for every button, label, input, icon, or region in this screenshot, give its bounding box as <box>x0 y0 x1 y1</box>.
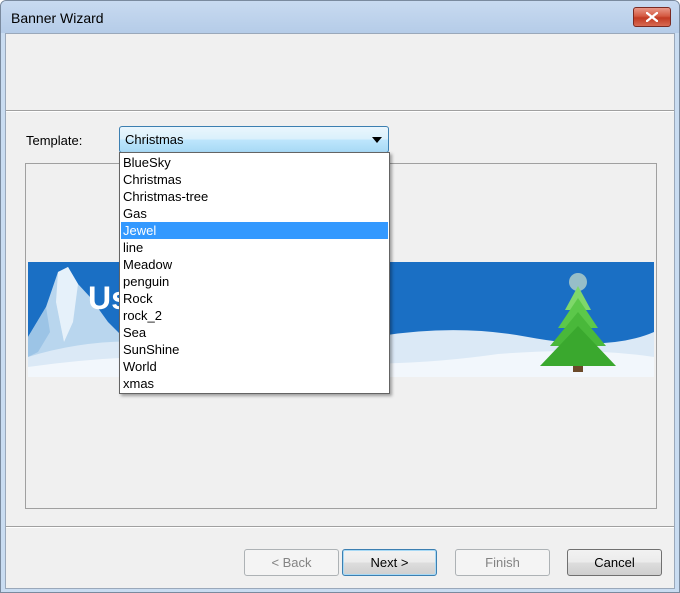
template-dropdown-list[interactable]: BlueSky Christmas Christmas-tree Gas Jew… <box>119 152 390 394</box>
chevron-down-icon[interactable] <box>372 137 382 144</box>
next-button[interactable]: Next > <box>342 549 437 576</box>
close-icon <box>646 12 658 22</box>
dropdown-option[interactable]: rock_2 <box>121 307 388 324</box>
dropdown-option[interactable]: line <box>121 239 388 256</box>
window-title: Banner Wizard <box>11 10 104 26</box>
dropdown-option[interactable]: Gas <box>121 205 388 222</box>
footer-divider <box>6 526 674 528</box>
wizard-body: Template: Us Christmas BlueSky Christmas… <box>5 33 675 589</box>
back-button[interactable]: < Back <box>244 549 339 576</box>
dropdown-option[interactable]: BlueSky <box>121 154 388 171</box>
template-label: Template: <box>26 133 83 148</box>
dropdown-option[interactable]: xmas <box>121 375 388 392</box>
dropdown-option[interactable]: Sea <box>121 324 388 341</box>
banner-wizard-window: Banner Wizard Template: Us Christmas Blu… <box>0 0 680 593</box>
close-button[interactable] <box>633 7 671 27</box>
template-combobox[interactable]: Christmas <box>119 126 389 153</box>
dropdown-option[interactable]: penguin <box>121 273 388 290</box>
dropdown-option[interactable]: Meadow <box>121 256 388 273</box>
header-divider <box>6 110 674 112</box>
dropdown-option[interactable]: Christmas-tree <box>121 188 388 205</box>
dropdown-option[interactable]: World <box>121 358 388 375</box>
title-bar[interactable]: Banner Wizard <box>1 1 679 33</box>
dropdown-option[interactable]: Rock <box>121 290 388 307</box>
dropdown-option-highlighted[interactable]: Jewel <box>121 222 388 239</box>
template-selected-value: Christmas <box>125 132 184 147</box>
cancel-button[interactable]: Cancel <box>567 549 662 576</box>
finish-button[interactable]: Finish <box>455 549 550 576</box>
dropdown-option[interactable]: SunShine <box>121 341 388 358</box>
dropdown-option[interactable]: Christmas <box>121 171 388 188</box>
